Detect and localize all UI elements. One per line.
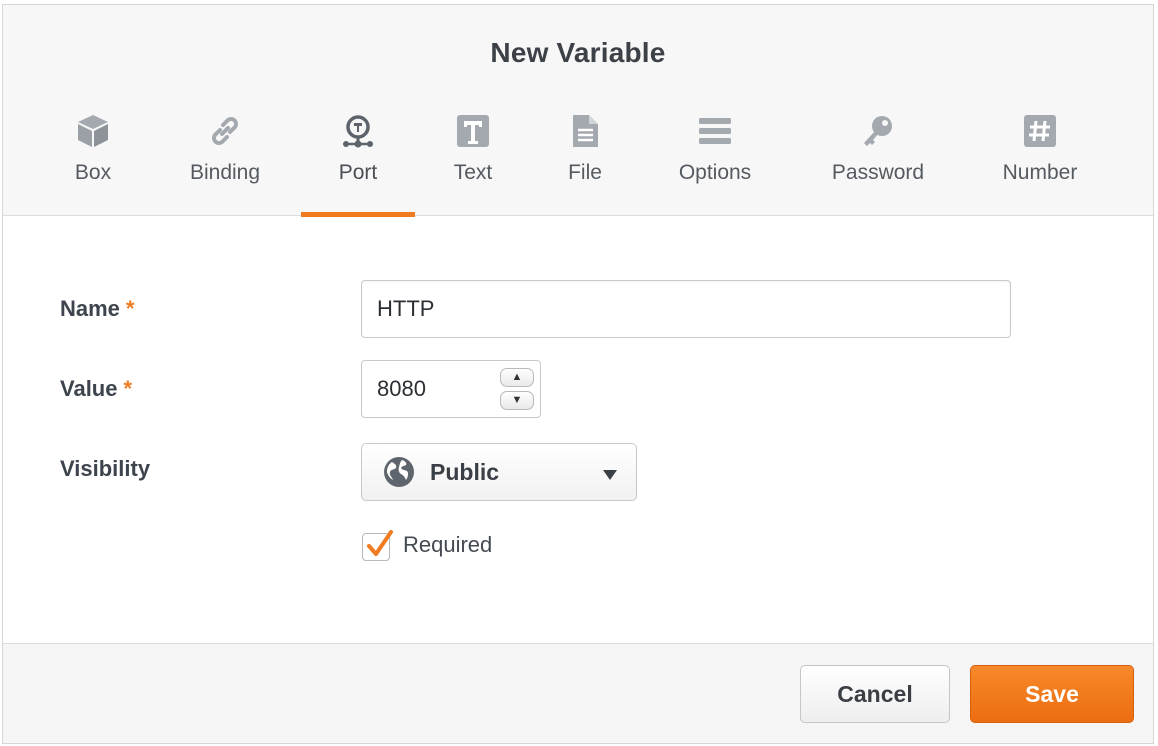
required-checkbox[interactable] (362, 530, 393, 561)
port-icon (340, 113, 376, 149)
tab-port[interactable]: Port (301, 105, 415, 217)
checkmark-icon (367, 530, 393, 556)
tab-label: Binding (189, 161, 261, 184)
cancel-button[interactable]: Cancel (800, 665, 950, 723)
list-icon (697, 113, 733, 149)
tab-options[interactable]: Options (665, 105, 765, 216)
value-label: Value * (60, 376, 132, 402)
tab-label: Options (678, 161, 752, 184)
visibility-select[interactable]: Public (361, 443, 637, 501)
hash-icon (1022, 113, 1058, 149)
dialog-header: New Variable Box Binding Port Text File … (3, 5, 1153, 217)
name-input[interactable] (361, 280, 1011, 338)
dialog-footer: Cancel Save (3, 643, 1153, 743)
tab-password[interactable]: Password (821, 105, 935, 216)
tab-label: Number (1002, 161, 1078, 184)
tab-label: File (568, 161, 602, 184)
increment-button[interactable]: ▲ (500, 368, 534, 387)
cube-icon (75, 113, 111, 149)
tab-label: Box (74, 161, 112, 184)
value-number-text[interactable]: 8080 (377, 361, 426, 417)
tab-label: Text (453, 161, 493, 184)
new-variable-dialog: New Variable Box Binding Port Text File … (2, 4, 1154, 744)
required-asterisk: * (125, 296, 135, 321)
save-button[interactable]: Save (970, 665, 1134, 723)
tab-box[interactable]: Box (43, 105, 143, 216)
name-label-text: Name (60, 296, 120, 321)
tab-binding[interactable]: Binding (175, 105, 275, 216)
globe-icon (383, 456, 415, 488)
tab-file[interactable]: File (545, 105, 625, 216)
decrement-button[interactable]: ▼ (500, 391, 534, 410)
visibility-selected-value: Public (430, 459, 500, 485)
key-icon (860, 113, 896, 149)
value-label-text: Value (60, 376, 118, 401)
value-number-input[interactable]: 8080 ▲ ▼ (361, 360, 541, 418)
required-asterisk: * (123, 376, 133, 401)
dialog-title: New Variable (490, 37, 666, 68)
chevron-down-icon (603, 467, 617, 480)
required-checkbox-label[interactable]: Required (403, 532, 492, 558)
link-icon (207, 113, 243, 149)
tab-number[interactable]: Number (985, 105, 1095, 216)
tab-label: Password (831, 161, 925, 184)
active-tab-indicator (301, 212, 415, 217)
tab-label: Port (338, 161, 378, 184)
text-icon (455, 113, 491, 149)
tab-text[interactable]: Text (433, 105, 513, 216)
name-label: Name * (60, 296, 134, 322)
file-icon (567, 113, 603, 149)
visibility-label: Visibility (60, 456, 151, 481)
